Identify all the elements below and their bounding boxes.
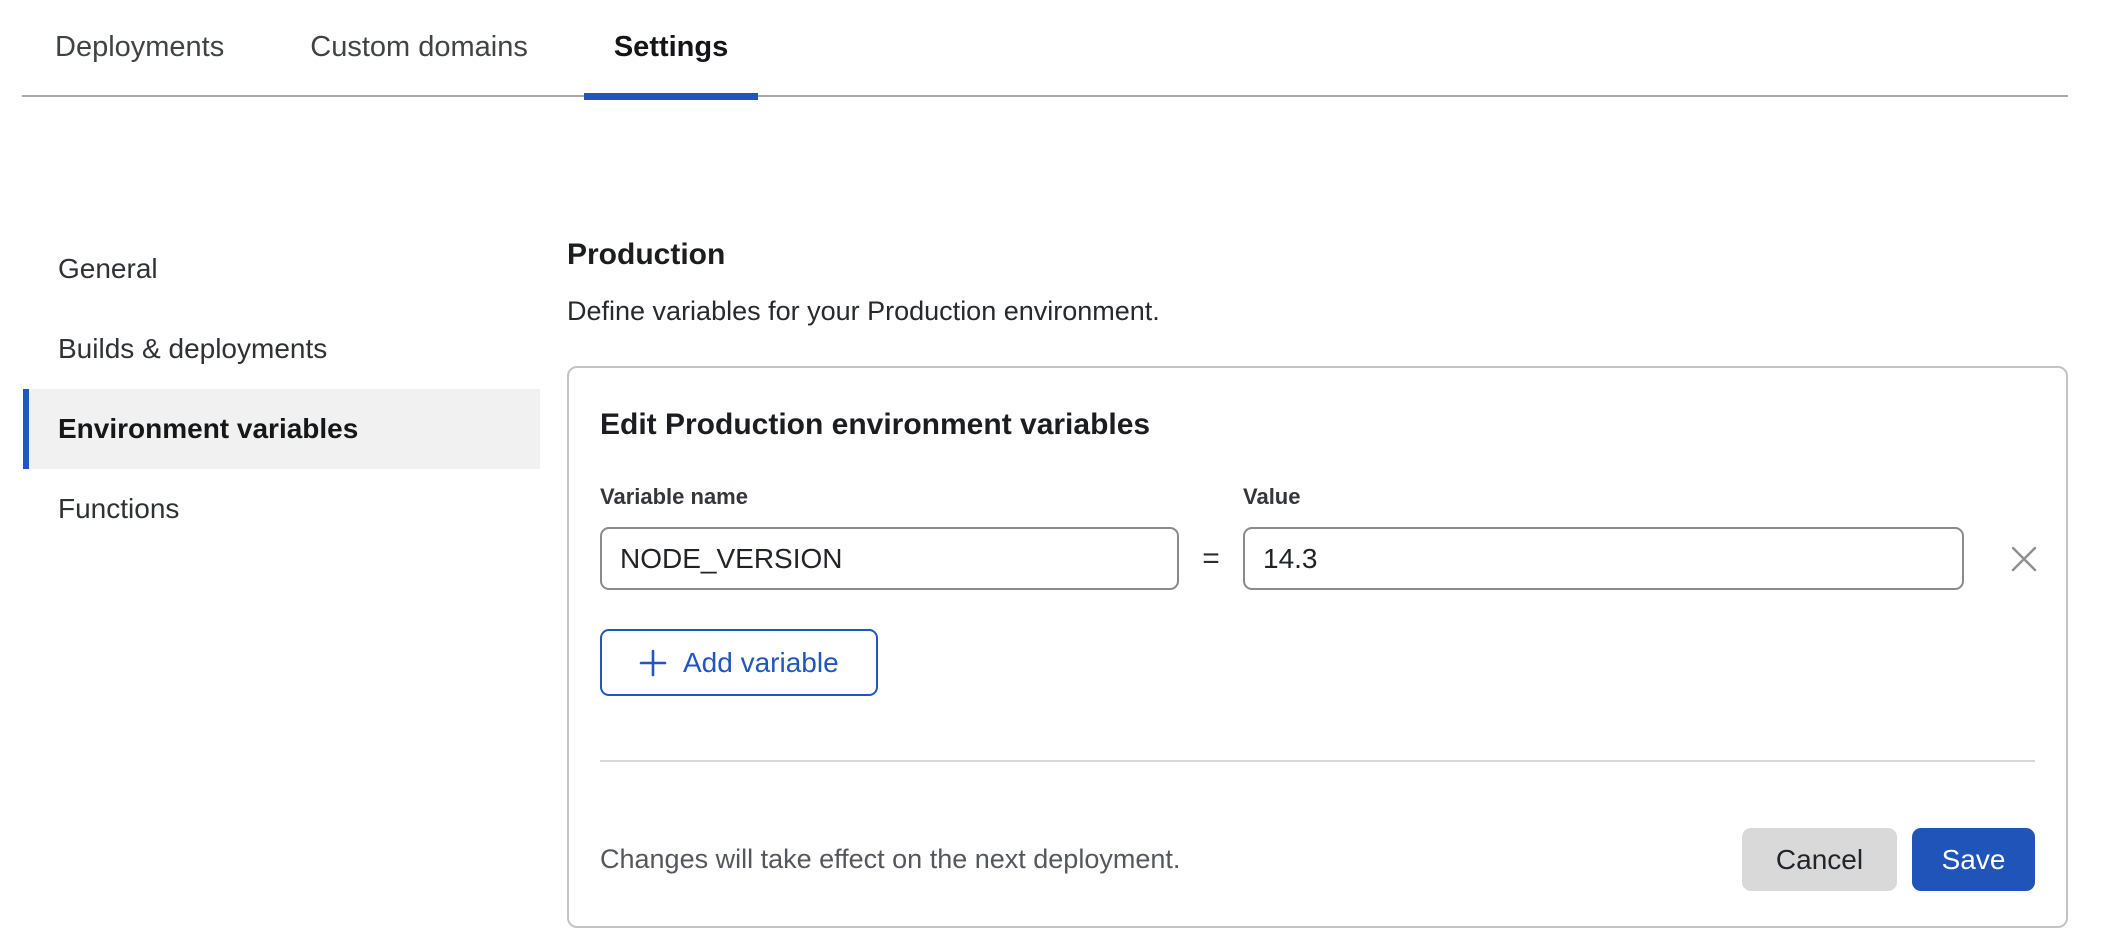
equals-sign: =: [1179, 542, 1243, 576]
page-title: Production: [567, 240, 2068, 270]
deployment-note: Changes will take effect on the next dep…: [600, 844, 1180, 875]
sidebar-item-builds-deployments[interactable]: Builds & deployments: [23, 309, 540, 389]
x-icon: [2010, 545, 2038, 573]
value-label: Value: [1243, 486, 1964, 508]
save-button[interactable]: Save: [1912, 828, 2035, 891]
tab-custom-domains[interactable]: Custom domains: [280, 0, 558, 95]
sidebar-item-environment-variables[interactable]: Environment variables: [23, 389, 540, 469]
tab-deployments[interactable]: Deployments: [25, 0, 254, 95]
footer-actions: Cancel Save: [1742, 828, 2035, 891]
field-labels-row: Variable name Value: [600, 486, 2035, 508]
remove-variable-button[interactable]: [2007, 542, 2041, 576]
main-content: Production Define variables for your Pro…: [567, 240, 2068, 928]
variable-value-input[interactable]: [1243, 527, 1964, 590]
tab-bar: Deployments Custom domains Settings: [22, 0, 2068, 97]
page-subtitle: Define variables for your Production env…: [567, 298, 2068, 325]
add-variable-label: Add variable: [683, 647, 839, 679]
variable-name-input[interactable]: [600, 527, 1179, 590]
variable-name-label: Variable name: [600, 486, 1179, 508]
add-variable-button[interactable]: Add variable: [600, 629, 878, 696]
footer-divider: [600, 760, 2035, 762]
settings-sidebar: General Builds & deployments Environment…: [23, 229, 540, 549]
plus-icon: [639, 649, 667, 677]
sidebar-item-functions[interactable]: Functions: [23, 469, 540, 549]
variable-row: =: [600, 527, 2035, 590]
card-title: Edit Production environment variables: [600, 410, 2035, 440]
tab-settings[interactable]: Settings: [584, 0, 758, 95]
card-footer: Changes will take effect on the next dep…: [600, 828, 2035, 891]
cancel-button[interactable]: Cancel: [1742, 828, 1897, 891]
environment-variables-card: Edit Production environment variables Va…: [567, 366, 2068, 928]
sidebar-item-general[interactable]: General: [23, 229, 540, 309]
